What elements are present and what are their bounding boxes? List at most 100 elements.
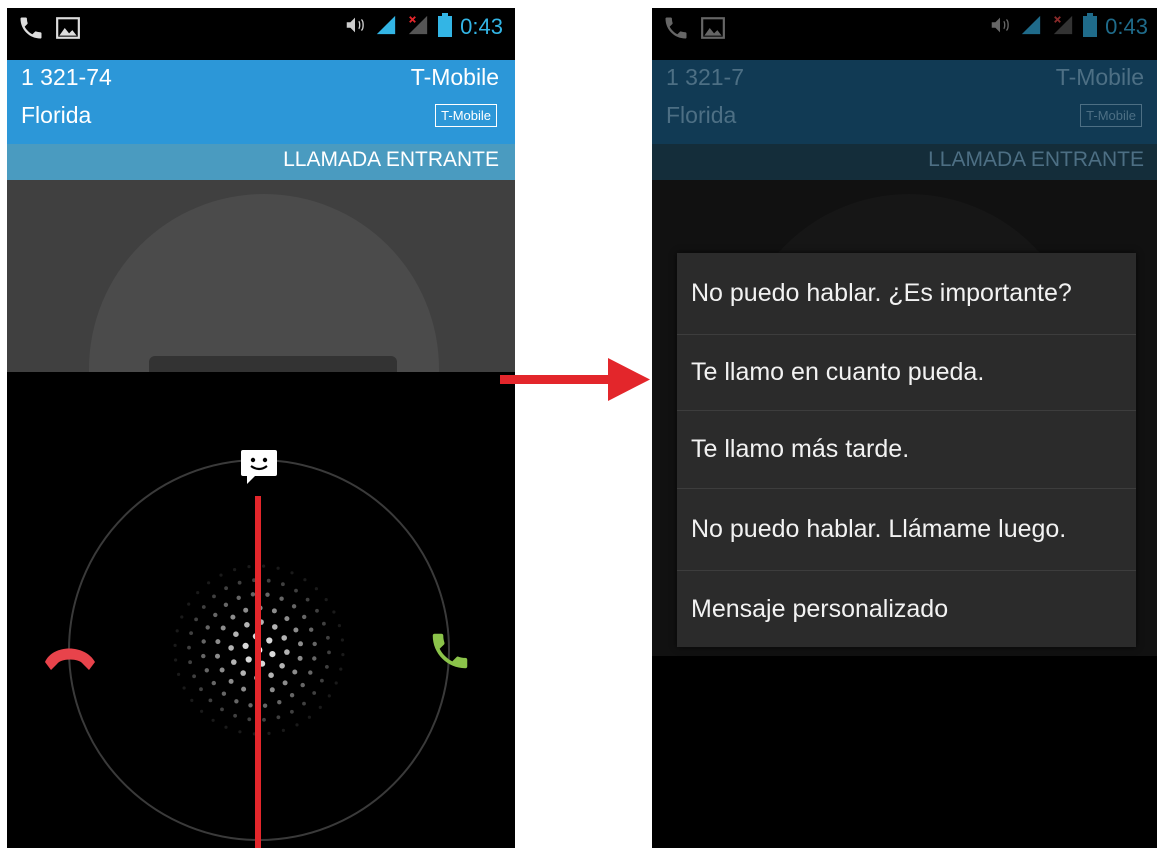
dial-dot — [247, 565, 251, 569]
quick-reply-option[interactable]: No puedo hablar. ¿Es importante? — [677, 253, 1136, 335]
carrier-badge: T-Mobile — [435, 104, 497, 127]
quick-reply-menu: No puedo hablar. ¿Es importante? Te llam… — [677, 253, 1136, 647]
dial-dot — [266, 637, 273, 644]
dial-dot — [297, 655, 303, 661]
dial-dot — [332, 610, 336, 614]
dial-dot — [241, 686, 247, 692]
phone-call-icon — [662, 14, 690, 46]
dial-dot — [175, 629, 179, 633]
dial-dot — [213, 612, 218, 618]
dial-dot — [312, 641, 317, 647]
dial-dot — [300, 682, 305, 688]
dial-dot — [302, 614, 307, 620]
quick-reply-option[interactable]: Te llamo más tarde. — [677, 411, 1136, 489]
dial-dot — [262, 564, 266, 568]
status-bar: 0:43 — [652, 8, 1157, 48]
dial-dot — [196, 591, 200, 595]
battery-icon — [1083, 13, 1098, 41]
dial-dot — [320, 678, 324, 683]
dial-dot — [265, 592, 270, 597]
dial-dot — [180, 615, 184, 619]
dial-dot — [284, 649, 290, 655]
dial-dot — [228, 678, 234, 684]
battery-icon — [438, 13, 453, 41]
dial-dot — [224, 586, 229, 591]
quick-reply-option[interactable]: Mensaje personalizado — [677, 571, 1136, 647]
dial-dot — [269, 651, 276, 658]
caller-location: Florida — [21, 102, 92, 128]
dial-dot — [189, 631, 194, 635]
dial-dot — [208, 698, 213, 703]
quick-reply-screen: 0:43 1 321-7 Florida T-Mobile T-Mobile L… — [652, 8, 1157, 848]
dial-dot — [215, 653, 220, 659]
dial-dot — [233, 568, 237, 572]
quick-reply-icon[interactable] — [239, 448, 279, 490]
quick-reply-option[interactable]: No puedo hablar. Llámame luego. — [677, 489, 1136, 571]
dial-dot — [266, 578, 271, 583]
dial-dot — [190, 698, 194, 702]
dial-dot — [230, 614, 236, 620]
quick-reply-option[interactable]: Te llamo en cuanto pueda. — [677, 335, 1136, 411]
signal-icon — [1019, 14, 1043, 40]
dial-dot — [292, 669, 298, 675]
dial-dot — [182, 686, 186, 690]
dial-dot — [315, 608, 319, 613]
gallery-icon — [55, 15, 81, 45]
dial-dot — [224, 725, 228, 729]
no-sim-signal-icon — [1051, 14, 1075, 40]
dial-dot — [312, 656, 317, 661]
dial-dot — [322, 621, 326, 626]
dial-dot — [282, 680, 288, 686]
decline-call-icon[interactable] — [41, 640, 101, 678]
dial-dot — [289, 693, 295, 698]
dial-dot — [243, 607, 249, 613]
dial-dot — [238, 730, 242, 734]
dial-dot — [294, 588, 298, 593]
dial-dot — [303, 578, 307, 582]
dial-dot — [192, 674, 197, 679]
dial-dot — [194, 617, 199, 622]
dial-dot — [337, 624, 341, 628]
dial-dot — [326, 635, 330, 640]
carrier-name: T-Mobile — [1055, 64, 1144, 90]
dial-dot — [177, 672, 181, 676]
avatar-shoulders — [149, 356, 397, 372]
dial-dot — [327, 650, 331, 655]
call-state-bar: LLAMADA ENTRANTE — [7, 144, 515, 180]
dial-dot — [293, 627, 299, 633]
dial-dot — [188, 660, 193, 665]
dial-dot — [290, 709, 294, 714]
dial-dot — [324, 598, 328, 602]
call-state-label: LLAMADA ENTRANTE — [928, 148, 1144, 171]
dial-dot — [339, 667, 343, 671]
dial-dot — [298, 641, 303, 647]
dial-dot — [262, 717, 266, 722]
transition-arrow — [500, 358, 650, 406]
dial-dot — [268, 672, 274, 678]
dial-dot — [290, 571, 294, 575]
dial-dot — [307, 715, 311, 719]
status-time: 0:43 — [460, 14, 503, 39]
dial-dot — [207, 581, 211, 585]
dial-dot — [212, 594, 216, 599]
dial-dot — [281, 635, 288, 641]
dial-dot — [242, 642, 249, 649]
dial-dot — [271, 608, 277, 614]
caller-number: 1 321-7 — [666, 64, 745, 90]
dial-dot — [325, 665, 329, 669]
dial-dot — [231, 659, 237, 665]
call-state-label: LLAMADA ENTRANTE — [283, 148, 499, 171]
answer-call-icon[interactable] — [427, 628, 473, 678]
answer-dial[interactable] — [7, 372, 515, 848]
dial-dot — [302, 701, 306, 706]
dial-dot — [340, 638, 344, 642]
dial-dot — [174, 658, 178, 662]
dial-dot — [211, 680, 216, 686]
dial-dot — [314, 587, 318, 591]
dial-dot — [221, 691, 227, 696]
dial-dot — [220, 625, 226, 631]
dial-dot — [272, 624, 278, 630]
caller-location: Florida — [666, 102, 737, 128]
gallery-icon — [700, 15, 726, 45]
dial-dot — [244, 622, 250, 628]
